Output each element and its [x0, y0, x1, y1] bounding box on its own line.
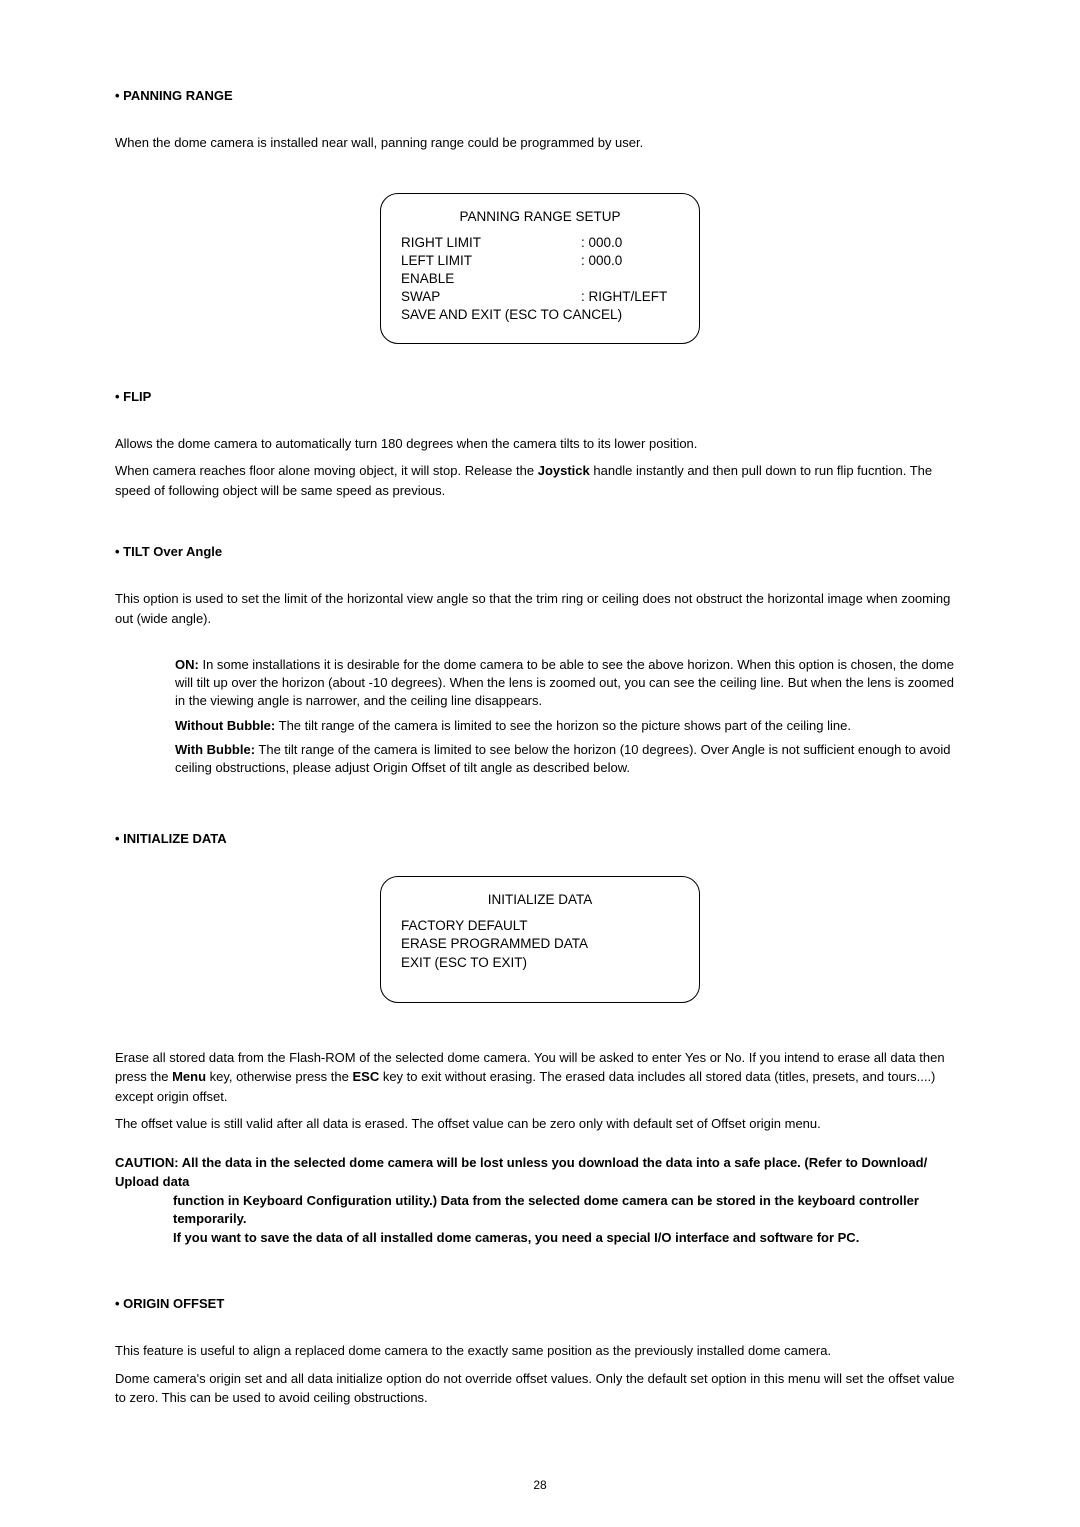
page-number: 28: [0, 1478, 1080, 1492]
menu-label: FACTORY DEFAULT: [401, 917, 528, 935]
menu-value: : RIGHT/LEFT: [581, 288, 667, 306]
with-bubble-label: With Bubble:: [175, 742, 255, 757]
menu-value: : 000.0: [581, 234, 622, 252]
section-origin-title: • ORIGIN OFFSET: [115, 1296, 965, 1311]
panning-paragraph: When the dome camera is installed near w…: [115, 133, 965, 153]
joystick-bold: Joystick: [538, 463, 590, 478]
menu-label: ENABLE: [401, 270, 581, 288]
tilt-with-bubble: With Bubble: The tilt range of the camer…: [175, 741, 965, 777]
on-label: ON:: [175, 657, 199, 672]
section-initialize-title: • INITIALIZE DATA: [115, 831, 965, 846]
caution-block: CAUTION: All the data in the selected do…: [115, 1154, 965, 1248]
menu-value: : 000.0: [581, 252, 622, 270]
with-bubble-text: The tilt range of the camera is limited …: [175, 742, 950, 775]
origin-paragraph-2: Dome camera's origin set and all data in…: [115, 1369, 965, 1408]
text: key, otherwise press the: [206, 1069, 352, 1084]
menu-label: RIGHT LIMIT: [401, 234, 581, 252]
init-paragraph-1: Erase all stored data from the Flash-ROM…: [115, 1048, 965, 1107]
caution-line-1: All the data in the selected dome camera…: [115, 1155, 927, 1189]
menu-row: SWAP : RIGHT/LEFT: [401, 288, 679, 306]
caution-line-3: If you want to save the data of all inst…: [115, 1229, 965, 1248]
section-tilt-title: • TILT Over Angle: [115, 544, 965, 559]
caution-lead: CAUTION:: [115, 1155, 182, 1170]
menu-row: RIGHT LIMIT : 000.0: [401, 234, 679, 252]
menu-row: FACTORY DEFAULT: [401, 917, 679, 935]
tilt-on: ON: In some installations it is desirabl…: [175, 656, 965, 711]
menu-row: SAVE AND EXIT (ESC TO CANCEL): [401, 306, 679, 324]
menu-row: EXIT (ESC TO EXIT): [401, 954, 679, 972]
initialize-data-menu: INITIALIZE DATA FACTORY DEFAULT ERASE PR…: [380, 876, 700, 1003]
without-bubble-label: Without Bubble:: [175, 718, 275, 733]
menu-label: SWAP: [401, 288, 581, 306]
on-text: In some installations it is desirable fo…: [175, 657, 954, 708]
menu-title: PANNING RANGE SETUP: [401, 209, 679, 224]
menu-title: INITIALIZE DATA: [401, 892, 679, 907]
flip-paragraph-1: Allows the dome camera to automatically …: [115, 434, 965, 454]
section-panning-title: • PANNING RANGE: [115, 88, 965, 103]
menu-row: ENABLE: [401, 270, 679, 288]
caution-line-2: function in Keyboard Configuration utili…: [115, 1192, 965, 1230]
init-paragraph-2: The offset value is still valid after al…: [115, 1114, 965, 1134]
menu-label: LEFT LIMIT: [401, 252, 581, 270]
origin-paragraph-1: This feature is useful to align a replac…: [115, 1341, 965, 1361]
menu-row: ERASE PROGRAMMED DATA: [401, 935, 679, 953]
text: When camera reaches floor alone moving o…: [115, 463, 538, 478]
flip-paragraph-2: When camera reaches floor alone moving o…: [115, 461, 965, 500]
section-flip-title: • FLIP: [115, 389, 965, 404]
menu-bold: Menu: [172, 1069, 206, 1084]
menu-label: SAVE AND EXIT (ESC TO CANCEL): [401, 306, 622, 324]
tilt-definitions: ON: In some installations it is desirabl…: [115, 656, 965, 777]
without-bubble-text: The tilt range of the camera is limited …: [275, 718, 851, 733]
menu-row: LEFT LIMIT : 000.0: [401, 252, 679, 270]
tilt-without-bubble: Without Bubble: The tilt range of the ca…: [175, 717, 965, 735]
panning-range-menu: PANNING RANGE SETUP RIGHT LIMIT : 000.0 …: [380, 193, 700, 344]
menu-label: ERASE PROGRAMMED DATA: [401, 935, 588, 953]
menu-label: EXIT (ESC TO EXIT): [401, 954, 527, 972]
esc-bold: ESC: [352, 1069, 379, 1084]
tilt-paragraph: This option is used to set the limit of …: [115, 589, 965, 628]
